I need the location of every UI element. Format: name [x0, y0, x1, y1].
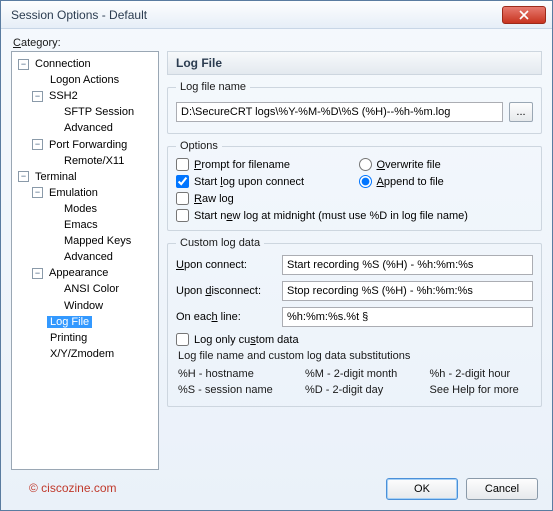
twisty-icon[interactable]: −	[32, 268, 43, 279]
tree-ssh2[interactable]: SSH2	[46, 90, 81, 102]
browse-button[interactable]: ...	[509, 102, 533, 122]
tree-port-forwarding[interactable]: Port Forwarding	[46, 139, 130, 151]
options-legend: Options	[176, 140, 222, 152]
twisty-icon[interactable]: −	[18, 59, 29, 70]
upon-connect-label: Upon connect:	[176, 259, 276, 271]
filename-group: Log file name ...	[167, 81, 542, 134]
tree-xyzmodem[interactable]: X/Y/Zmodem	[47, 348, 117, 360]
options-group: Options Prompt for filename Overwrite fi…	[167, 140, 542, 231]
upon-disconnect-label: Upon disconnect:	[176, 285, 276, 297]
substitutions-help: Log file name and custom log data substi…	[176, 346, 533, 398]
session-options-dialog: Session Options - Default Category: −Con…	[0, 0, 553, 511]
custom-data-group: Custom log data Upon connect: Upon disco…	[167, 237, 542, 407]
twisty-icon[interactable]: −	[32, 187, 43, 198]
watermark: © ciscozine.com	[29, 481, 117, 495]
tree-remote-x11[interactable]: Remote/X11	[61, 155, 127, 167]
log-filename-input[interactable]	[176, 102, 503, 122]
tree-sftp-session[interactable]: SFTP Session	[61, 106, 137, 118]
upon-disconnect-input[interactable]	[282, 281, 533, 301]
tree-mapped-keys[interactable]: Mapped Keys	[61, 235, 134, 247]
tree-appearance[interactable]: Appearance	[46, 267, 111, 279]
tree-ansi-color[interactable]: ANSI Color	[61, 283, 122, 295]
start-on-connect-checkbox[interactable]: Start log upon connect	[176, 175, 351, 188]
tree-advanced[interactable]: Advanced	[61, 122, 116, 134]
each-line-input[interactable]	[282, 307, 533, 327]
tree-emulation[interactable]: Emulation	[46, 187, 101, 199]
raw-log-checkbox[interactable]: Raw log	[176, 192, 533, 205]
category-label: Category:	[13, 37, 542, 49]
twisty-icon[interactable]: −	[32, 139, 43, 150]
tree-printing[interactable]: Printing	[47, 332, 90, 344]
cancel-button[interactable]: Cancel	[466, 478, 538, 500]
twisty-icon[interactable]: −	[32, 91, 43, 102]
settings-panel: Log File Log file name ... Options Promp…	[167, 51, 542, 470]
custom-data-legend: Custom log data	[176, 237, 264, 249]
ellipsis-icon: ...	[516, 106, 525, 118]
close-icon	[519, 10, 529, 20]
overwrite-radio[interactable]: Overwrite file	[359, 158, 534, 171]
close-button[interactable]	[502, 6, 546, 24]
titlebar[interactable]: Session Options - Default	[1, 1, 552, 29]
panel-heading: Log File	[167, 51, 542, 75]
category-tree[interactable]: −Connection Logon Actions −SSH2 SFTP Ses…	[11, 51, 159, 470]
tree-terminal[interactable]: Terminal	[32, 171, 80, 183]
twisty-icon[interactable]: −	[18, 171, 29, 182]
window-title: Session Options - Default	[7, 8, 502, 22]
tree-logon-actions[interactable]: Logon Actions	[47, 74, 122, 86]
upon-connect-input[interactable]	[282, 255, 533, 275]
tree-window[interactable]: Window	[61, 300, 106, 312]
append-radio[interactable]: Append to file	[359, 175, 534, 188]
filename-legend: Log file name	[176, 81, 250, 93]
each-line-label: On each line:	[176, 311, 276, 323]
ok-button[interactable]: OK	[386, 478, 458, 500]
tree-connection[interactable]: Connection	[32, 58, 94, 70]
tree-advanced[interactable]: Advanced	[61, 251, 116, 263]
prompt-checkbox[interactable]: Prompt for filename	[176, 158, 351, 171]
tree-modes[interactable]: Modes	[61, 203, 100, 215]
log-only-custom-checkbox[interactable]: Log only custom data	[176, 333, 533, 346]
midnight-checkbox[interactable]: Start new log at midnight (must use %D i…	[176, 209, 533, 222]
tree-log-file[interactable]: Log File	[47, 316, 92, 328]
tree-emacs[interactable]: Emacs	[61, 219, 101, 231]
